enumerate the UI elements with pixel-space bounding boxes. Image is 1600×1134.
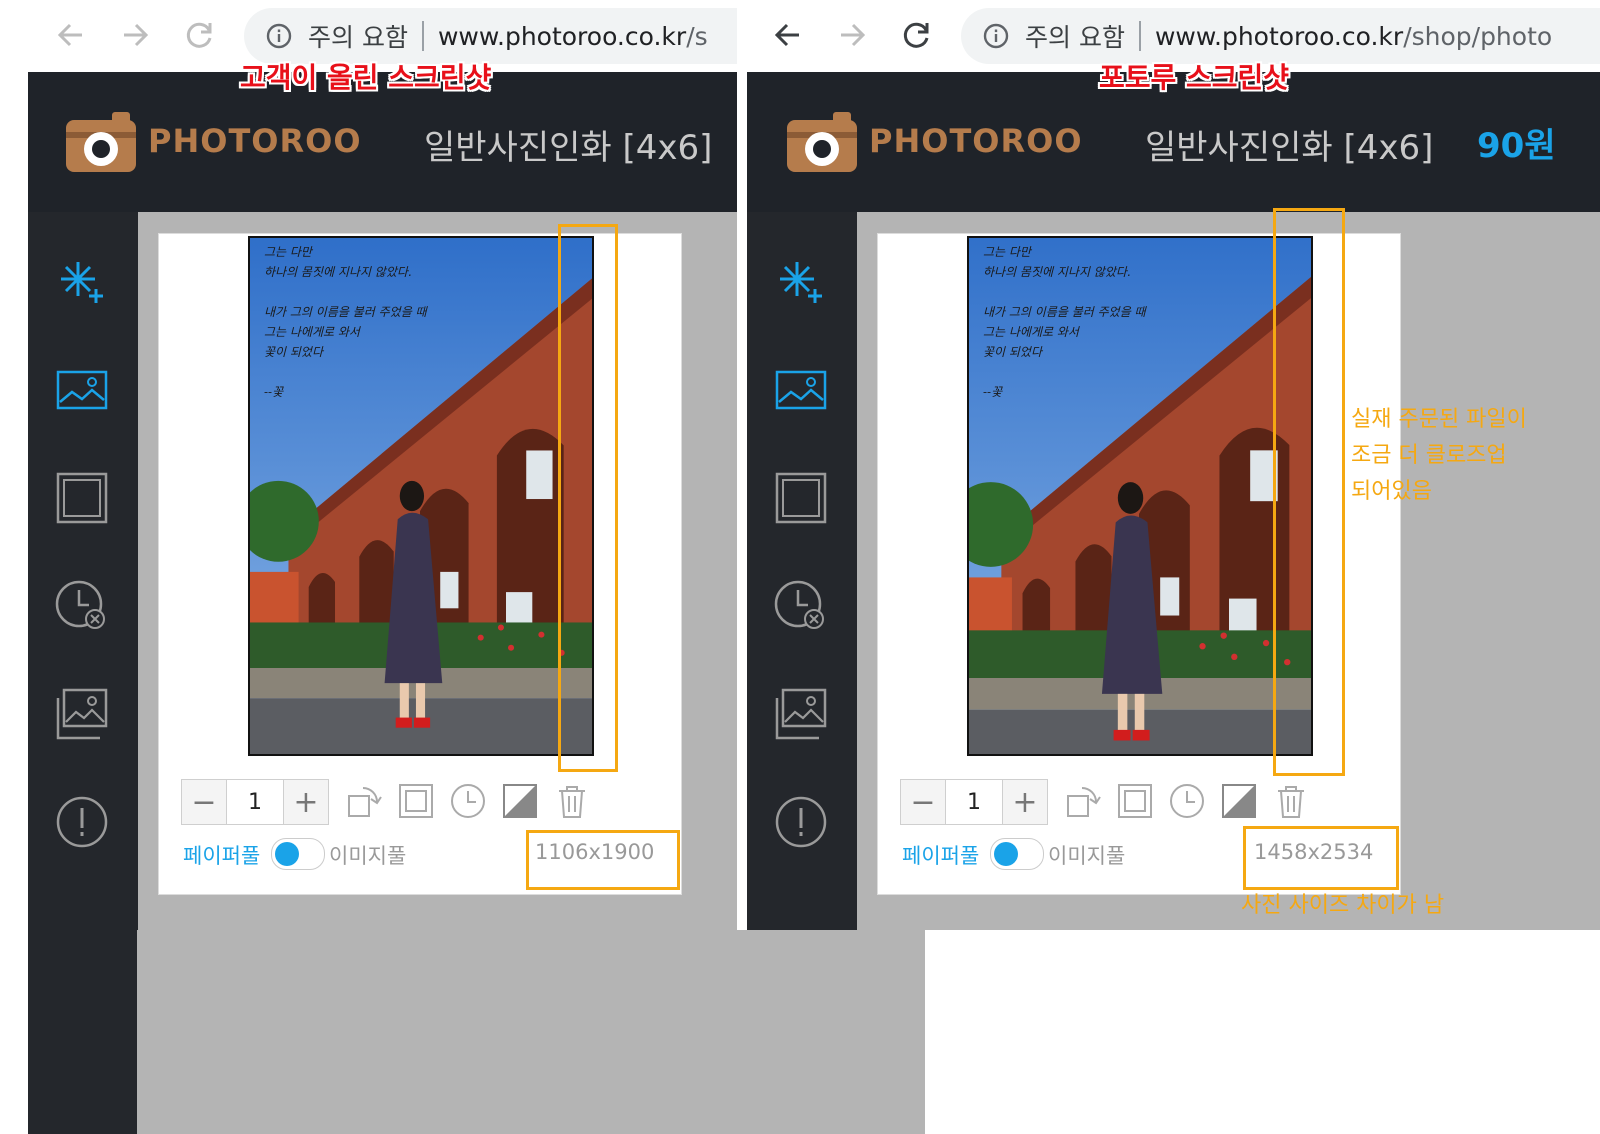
url-path: /s [686,21,708,51]
clock-icon[interactable] [1168,782,1206,820]
quantity-value[interactable]: 1 [945,780,1003,824]
crop-edge-highlight [1273,208,1345,776]
editor-sidebar [747,212,857,930]
crop-edge-highlight [558,224,618,772]
url-path: /shop/photo [1403,21,1553,51]
quantity-value[interactable]: 1 [226,780,284,824]
camera-logo-icon [787,112,857,172]
alert-icon[interactable] [773,794,829,850]
product-price: 90원 [1477,126,1556,166]
workspace-extension [137,930,925,1134]
history-clear-icon[interactable] [54,578,110,634]
history-clear-icon[interactable] [773,578,829,634]
editor-sidebar [28,212,138,1134]
decrease-button[interactable]: − [901,780,945,824]
photoroo-screenshot-caption: 포토루 스크린샷 [1099,61,1290,94]
trash-icon[interactable] [553,782,591,820]
right-screenshot-panel: 주의 요함 www.photoroo.co.kr/shop/photo PHOT… [747,0,1600,930]
crop-square-icon[interactable] [1116,782,1154,820]
product-title: 일반사진인화 [4x6] [424,128,713,168]
photo-preview[interactable]: 그는 다만 하나의 몸짓에 지나지 않았다. 내가 그의 이름을 불러 주었을 … [248,236,594,756]
rotate-icon[interactable] [1064,782,1102,820]
closeup-note: 실재 주문된 파일이 조금 더 클로즈업 되어있음 [1351,407,1527,504]
toggle-knob [994,842,1018,866]
product-title: 일반사진인화 [4x6] [1145,128,1434,168]
gallery-icon[interactable] [54,686,110,742]
image-icon[interactable] [773,362,829,418]
effects-sparkle-icon[interactable] [54,256,110,312]
paper-full-option[interactable]: 페이퍼풀 [902,840,979,870]
increase-button[interactable]: + [1003,780,1047,824]
increase-button[interactable]: + [284,780,328,824]
gallery-icon[interactable] [773,686,829,742]
frame-square-icon[interactable] [54,470,110,526]
image-full-option[interactable]: 이미지풀 [329,840,406,870]
panel-divider [737,0,747,930]
reload-icon[interactable] [182,18,216,52]
security-warning: 주의 요함 [308,23,408,52]
photo-poem-text: 그는 다만 하나의 몸짓에 지나지 않았다. 내가 그의 이름을 불러 주었을 … [983,245,1146,399]
fit-mode-toggle[interactable] [271,838,325,870]
brand-name: PHOTOROO [148,122,362,160]
url-separator [1138,21,1141,51]
info-icon[interactable] [983,23,1009,49]
alert-icon[interactable] [54,794,110,850]
image-icon[interactable] [54,362,110,418]
info-icon[interactable] [266,23,292,49]
quantity-stepper[interactable]: − 1 + [900,779,1048,825]
back-arrow-icon[interactable] [54,18,88,52]
url-domain: www.photoroo.co.kr [1154,21,1404,51]
dimensions-highlight [1243,826,1399,890]
photo-preview[interactable]: 그는 다만 하나의 몸짓에 지나지 않았다. 내가 그의 이름을 불러 주었을 … [967,236,1313,756]
crop-square-icon[interactable] [397,782,435,820]
back-arrow-icon[interactable] [771,18,805,52]
camera-logo-icon [66,112,136,172]
dimensions-highlight [526,830,680,890]
customer-screenshot-caption: 고객이 올린 스크린샷 [240,61,492,94]
trash-icon[interactable] [1272,782,1310,820]
image-full-option[interactable]: 이미지풀 [1048,840,1125,870]
fit-mode-toggle[interactable] [990,838,1044,870]
decrease-button[interactable]: − [182,780,226,824]
forward-arrow-icon[interactable] [835,18,869,52]
rotate-icon[interactable] [345,782,383,820]
size-difference-note: 사진 사이즈 차이가 남 [1241,893,1445,918]
effects-sparkle-icon[interactable] [773,256,829,312]
frame-square-icon[interactable] [773,470,829,526]
forward-arrow-icon[interactable] [118,18,152,52]
url-domain: www.photoroo.co.kr [437,21,687,51]
reload-icon[interactable] [899,18,933,52]
contrast-icon[interactable] [1220,782,1258,820]
quantity-stepper[interactable]: − 1 + [181,779,329,825]
contrast-icon[interactable] [501,782,539,820]
toggle-knob [275,842,299,866]
url-separator [421,21,424,51]
security-warning: 주의 요함 [1025,23,1125,52]
photo-poem-text: 그는 다만 하나의 몸짓에 지나지 않았다. 내가 그의 이름을 불러 주었을 … [264,245,427,399]
clock-icon[interactable] [449,782,487,820]
brand-name: PHOTOROO [869,122,1083,160]
paper-full-option[interactable]: 페이퍼풀 [183,840,260,870]
